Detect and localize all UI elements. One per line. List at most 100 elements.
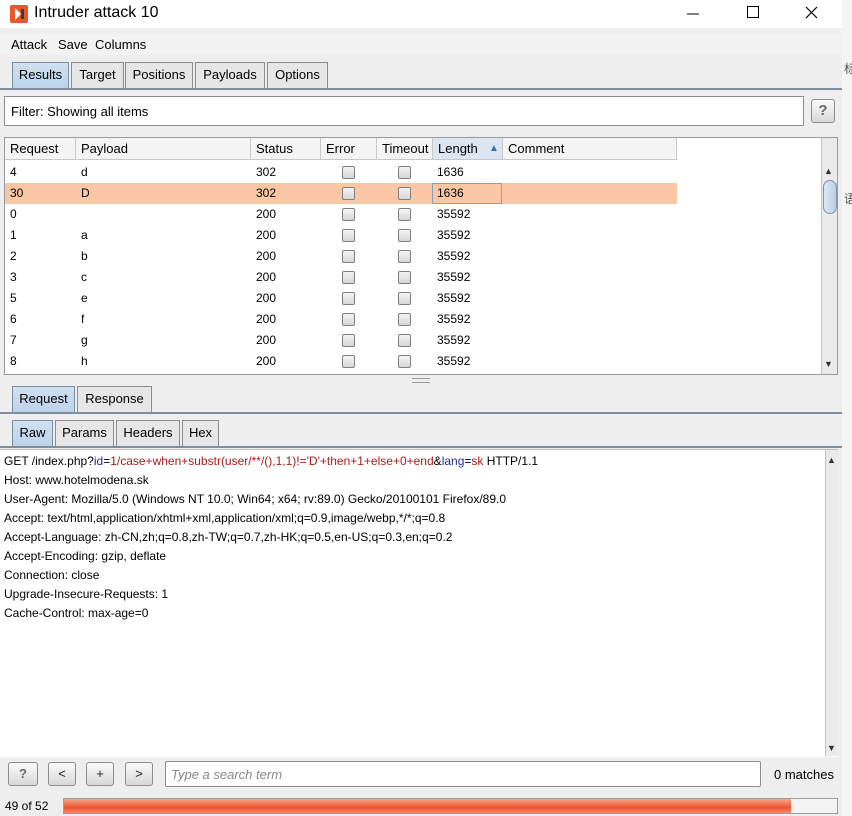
editor-scrollbar[interactable]: ▲ ▼ (825, 450, 838, 756)
tab-response[interactable]: Response (77, 386, 152, 412)
search-options-button[interactable]: + (86, 762, 114, 786)
cell-status: 200 (256, 249, 277, 263)
menu-columns[interactable]: Columns (95, 37, 146, 52)
col-error[interactable]: Error (321, 138, 377, 160)
cell-length: 35592 (437, 291, 471, 305)
tab-options[interactable]: Options (267, 62, 328, 88)
timeout-checkbox (398, 250, 411, 263)
param-value-lang: sk (471, 454, 484, 468)
tab-divider (0, 88, 842, 90)
timeout-checkbox (398, 271, 411, 284)
table-row[interactable]: 6 f 200 35592 (5, 309, 677, 330)
editor-scroll-down-icon[interactable]: ▼ (827, 743, 836, 753)
tab-results[interactable]: Results (12, 62, 69, 88)
request-header-line: Accept-Encoding: gzip, deflate (4, 549, 167, 563)
editor-scroll-up-icon[interactable]: ▲ (827, 455, 836, 465)
search-match-count: 0 matches (774, 767, 834, 782)
search-field[interactable] (165, 761, 761, 787)
cell-request: 2 (10, 249, 17, 263)
tab-hex[interactable]: Hex (182, 420, 219, 446)
cell-length: 35592 (437, 270, 471, 284)
cell-request: 4 (10, 165, 17, 179)
param-separator: & (433, 454, 442, 468)
error-checkbox (342, 355, 355, 368)
intruder-window: Intruder attack 10 Attack Save Columns R… (0, 0, 842, 816)
cell-request: 5 (10, 291, 17, 305)
cell-payload: f (81, 312, 85, 326)
table-scroll-thumb[interactable] (823, 180, 837, 214)
search-next-button[interactable]: > (125, 762, 153, 786)
scroll-down-icon[interactable]: ▼ (824, 359, 833, 369)
menu-save[interactable]: Save (58, 37, 88, 52)
cell-payload: b (81, 249, 88, 263)
request-header-line: User-Agent: Mozilla/5.0 (Windows NT 10.0… (4, 492, 507, 506)
timeout-checkbox (398, 187, 411, 200)
col-request[interactable]: Request (5, 138, 76, 160)
tab-target[interactable]: Target (71, 62, 124, 88)
cell-payload: a (81, 228, 88, 242)
col-timeout[interactable]: Timeout (377, 138, 433, 160)
tab-params[interactable]: Params (55, 420, 114, 446)
col-payload[interactable]: Payload (76, 138, 251, 160)
request-line: GET /index.php?id=1/case+when+substr(use… (4, 454, 538, 468)
search-help-button[interactable]: ? (8, 762, 38, 786)
minimize-button[interactable] (670, 0, 716, 28)
search-input[interactable] (166, 762, 760, 786)
cell-payload: h (81, 354, 88, 368)
burp-logo-icon (10, 5, 28, 23)
background-window-glyph: 标 (844, 62, 852, 76)
scroll-up-icon[interactable]: ▲ (824, 166, 833, 176)
close-icon (805, 6, 818, 19)
cell-payload: D (81, 186, 90, 200)
error-checkbox (342, 208, 355, 221)
col-comment[interactable]: Comment (503, 138, 677, 160)
cell-payload: e (81, 291, 88, 305)
tab-payloads[interactable]: Payloads (195, 62, 265, 88)
close-button[interactable] (789, 0, 835, 28)
cell-length: 1636 (437, 165, 464, 179)
col-status[interactable]: Status (251, 138, 321, 160)
col-length[interactable]: Length ▲ (433, 138, 503, 160)
table-row[interactable]: 30 D 302 1636 (5, 183, 677, 204)
search-previous-button[interactable]: < (48, 762, 76, 786)
split-pane-divider[interactable] (412, 378, 430, 383)
table-row[interactable]: 8 h 200 35592 (5, 351, 677, 372)
error-checkbox (342, 187, 355, 200)
error-checkbox (342, 271, 355, 284)
cell-request: 30 (10, 186, 24, 200)
cell-status: 200 (256, 291, 277, 305)
timeout-checkbox (398, 166, 411, 179)
cell-status: 200 (256, 354, 277, 368)
error-checkbox (342, 334, 355, 347)
timeout-checkbox (398, 313, 411, 326)
table-row[interactable]: 3 c 200 35592 (5, 267, 677, 288)
request-method-path: GET /index.php? (4, 454, 94, 468)
raw-request-editor[interactable]: GET /index.php?id=1/case+when+substr(use… (0, 449, 838, 757)
cell-request: 8 (10, 354, 17, 368)
view-tabs: Raw Params Headers Hex (0, 420, 842, 448)
table-row[interactable]: 4 d 302 1636 (5, 162, 677, 183)
error-checkbox (342, 229, 355, 242)
table-row[interactable]: 1 a 200 35592 (5, 225, 677, 246)
table-row[interactable]: 7 g 200 35592 (5, 330, 677, 351)
cell-status: 200 (256, 333, 277, 347)
title-bar: Intruder attack 10 (0, 0, 842, 28)
maximize-button[interactable] (730, 0, 776, 28)
tab-positions[interactable]: Positions (125, 62, 193, 88)
tab-headers[interactable]: Headers (116, 420, 180, 446)
table-scrollbar[interactable]: ▲ ▼ (821, 138, 837, 374)
menu-attack[interactable]: Attack (11, 37, 47, 52)
cell-length: 35592 (437, 312, 471, 326)
tab-raw[interactable]: Raw (12, 420, 53, 446)
filter-help-button[interactable]: ? (811, 99, 835, 123)
table-row[interactable]: 5 e 200 35592 (5, 288, 677, 309)
tab-request[interactable]: Request (12, 386, 75, 412)
timeout-checkbox (398, 292, 411, 305)
request-header-line: Connection: close (4, 568, 100, 582)
cell-request: 6 (10, 312, 17, 326)
filter-bar[interactable]: Filter: Showing all items (4, 96, 804, 126)
request-header-line: Cache-Control: max-age=0 (4, 606, 149, 620)
table-row[interactable]: 0 200 35592 (5, 204, 677, 225)
error-checkbox (342, 250, 355, 263)
table-row[interactable]: 2 b 200 35592 (5, 246, 677, 267)
